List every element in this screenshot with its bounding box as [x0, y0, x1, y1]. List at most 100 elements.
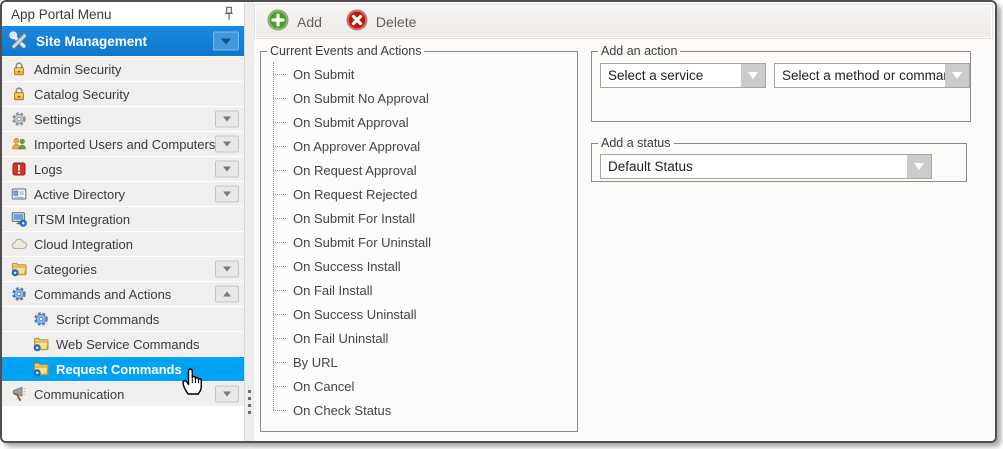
tree-item-on-cancel[interactable]: On Cancel [269, 374, 577, 398]
tree-item-label: On Submit No Approval [293, 91, 429, 106]
tree-connector-icon [273, 218, 286, 219]
add-status-panel: Add a status Default Status [591, 136, 967, 182]
expand-arrow-button[interactable] [213, 32, 239, 51]
status-dropdown-button[interactable] [907, 155, 931, 178]
tree-connector-icon [273, 98, 286, 99]
expand-arrow-button[interactable] [215, 386, 239, 403]
tree-item-label: On Success Uninstall [293, 307, 417, 322]
method-dropdown[interactable]: Select a method or command [774, 63, 970, 88]
expand-arrow-button[interactable] [215, 261, 239, 278]
events-tree: On Submit On Submit No Approval On Submi… [269, 62, 577, 422]
add-action-panel: Add an action Select a service Select a … [591, 44, 971, 122]
sidebar-item-web-service-commands[interactable]: Web Service Commands [2, 332, 244, 356]
expand-arrow-button[interactable] [215, 286, 239, 303]
tree-item-on-success-uninstall[interactable]: On Success Uninstall [269, 302, 577, 326]
service-dropdown[interactable]: Select a service [600, 63, 766, 88]
tree-item-on-submit-approval[interactable]: On Submit Approval [269, 110, 577, 134]
expand-arrow-button[interactable] [215, 111, 239, 128]
sidebar-item-label: Communication [34, 387, 124, 402]
add-action-legend: Add an action [598, 44, 680, 58]
tree-connector-icon [273, 290, 286, 291]
sidebar-item-site-management[interactable]: Site Management [2, 26, 244, 56]
tree-item-label: On Success Install [293, 259, 401, 274]
tree-connector-icon [273, 266, 286, 267]
delete-button[interactable]: Delete [346, 9, 416, 34]
cloud-icon [11, 236, 27, 252]
method-dropdown-button[interactable] [945, 64, 969, 87]
tree-item-on-submit-for-install[interactable]: On Submit For Install [269, 206, 577, 230]
status-dropdown-value: Default Status [601, 155, 907, 178]
tree-connector-icon [273, 170, 286, 171]
main-panel: Add Delete Current Events and Actions On… [254, 2, 995, 441]
status-dropdown[interactable]: Default Status [600, 154, 932, 179]
tree-item-label: On Submit Approval [293, 115, 409, 130]
sidebar-item-label: Site Management [36, 34, 147, 49]
pin-icon[interactable] [222, 6, 236, 22]
tree-connector-icon [273, 146, 286, 147]
sidebar-item-label: Commands and Actions [34, 287, 171, 302]
tree-item-on-success-install[interactable]: On Success Install [269, 254, 577, 278]
chevron-down-icon [748, 72, 758, 79]
sidebar-item-label: Catalog Security [34, 87, 129, 102]
expand-arrow-button[interactable] [215, 186, 239, 203]
folder-gear-icon [11, 261, 27, 277]
gear-blue-icon [33, 311, 49, 327]
tree-item-on-submit-no-approval[interactable]: On Submit No Approval [269, 86, 577, 110]
toolbar: Add Delete [254, 4, 993, 39]
expand-arrow-button[interactable] [215, 161, 239, 178]
tree-item-on-submit-for-uninstall[interactable]: On Submit For Uninstall [269, 230, 577, 254]
tree-item-on-approver-approval[interactable]: On Approver Approval [269, 134, 577, 158]
sidebar-item-label: Admin Security [34, 62, 121, 77]
current-events-panel: Current Events and Actions On Submit On … [260, 44, 578, 432]
sidebar-item-communication[interactable]: Communication [2, 382, 244, 406]
add-status-legend: Add a status [598, 136, 674, 150]
tree-item-on-fail-uninstall[interactable]: On Fail Uninstall [269, 326, 577, 350]
sidebar-header: App Portal Menu [2, 2, 244, 26]
chevron-down-icon [952, 72, 962, 79]
sidebar-item-cloud-integration[interactable]: Cloud Integration [2, 232, 244, 256]
tree-item-label: On Fail Uninstall [293, 331, 388, 346]
sidebar-item-label: Active Directory [34, 187, 125, 202]
tree-item-on-request-rejected[interactable]: On Request Rejected [269, 182, 577, 206]
megaphone-icon [11, 386, 27, 402]
sidebar-item-label: Categories [34, 262, 97, 277]
sidebar-item-commands-and-actions[interactable]: Commands and Actions [2, 282, 244, 306]
tree-item-on-request-approval[interactable]: On Request Approval [269, 158, 577, 182]
sidebar-item-script-commands[interactable]: Script Commands [2, 307, 244, 331]
tree-item-on-check-status[interactable]: On Check Status [269, 398, 577, 422]
splitter-grip-icon [248, 390, 251, 418]
tree-item-on-fail-install[interactable]: On Fail Install [269, 278, 577, 302]
tree-item-label: On Approver Approval [293, 139, 420, 154]
sidebar-item-itsm-integration[interactable]: ITSM Integration [2, 207, 244, 231]
service-dropdown-button[interactable] [741, 64, 765, 87]
service-dropdown-value: Select a service [601, 64, 741, 87]
folder-gear-icon [33, 336, 49, 352]
tree-item-label: On Request Approval [293, 163, 417, 178]
sidebar-item-catalog-security[interactable]: Catalog Security [2, 82, 244, 106]
tree-branch-line [273, 62, 274, 410]
sidebar-item-active-directory[interactable]: Active Directory [2, 182, 244, 206]
sidebar-item-imported-users-and-computers[interactable]: Imported Users and Computers [2, 132, 244, 156]
users-icon [11, 136, 27, 152]
tree-item-label: On Submit [293, 67, 354, 82]
tree-connector-icon [273, 314, 286, 315]
tree-item-on-submit[interactable]: On Submit [269, 62, 577, 86]
tree-connector-icon [273, 386, 286, 387]
sidebar-item-categories[interactable]: Categories [2, 257, 244, 281]
tree-item-label: By URL [293, 355, 338, 370]
add-icon [267, 9, 289, 34]
tools-icon [9, 31, 29, 51]
expand-arrow-button[interactable] [215, 136, 239, 153]
sidebar-item-label: Web Service Commands [56, 337, 200, 352]
sidebar-item-request-commands[interactable]: Request Commands [2, 357, 244, 381]
sidebar-item-logs[interactable]: Logs [2, 157, 244, 181]
add-button[interactable]: Add [267, 9, 322, 34]
tree-connector-icon [273, 410, 286, 411]
tree-item-label: On Submit For Install [293, 211, 415, 226]
tree-item-label: On Request Rejected [293, 187, 417, 202]
sidebar-item-admin-security[interactable]: Admin Security [2, 57, 244, 81]
tree-item-label: On Submit For Uninstall [293, 235, 431, 250]
tree-item-by-url[interactable]: By URL [269, 350, 577, 374]
sidebar-item-settings[interactable]: Settings [2, 107, 244, 131]
lock-icon [11, 61, 27, 77]
